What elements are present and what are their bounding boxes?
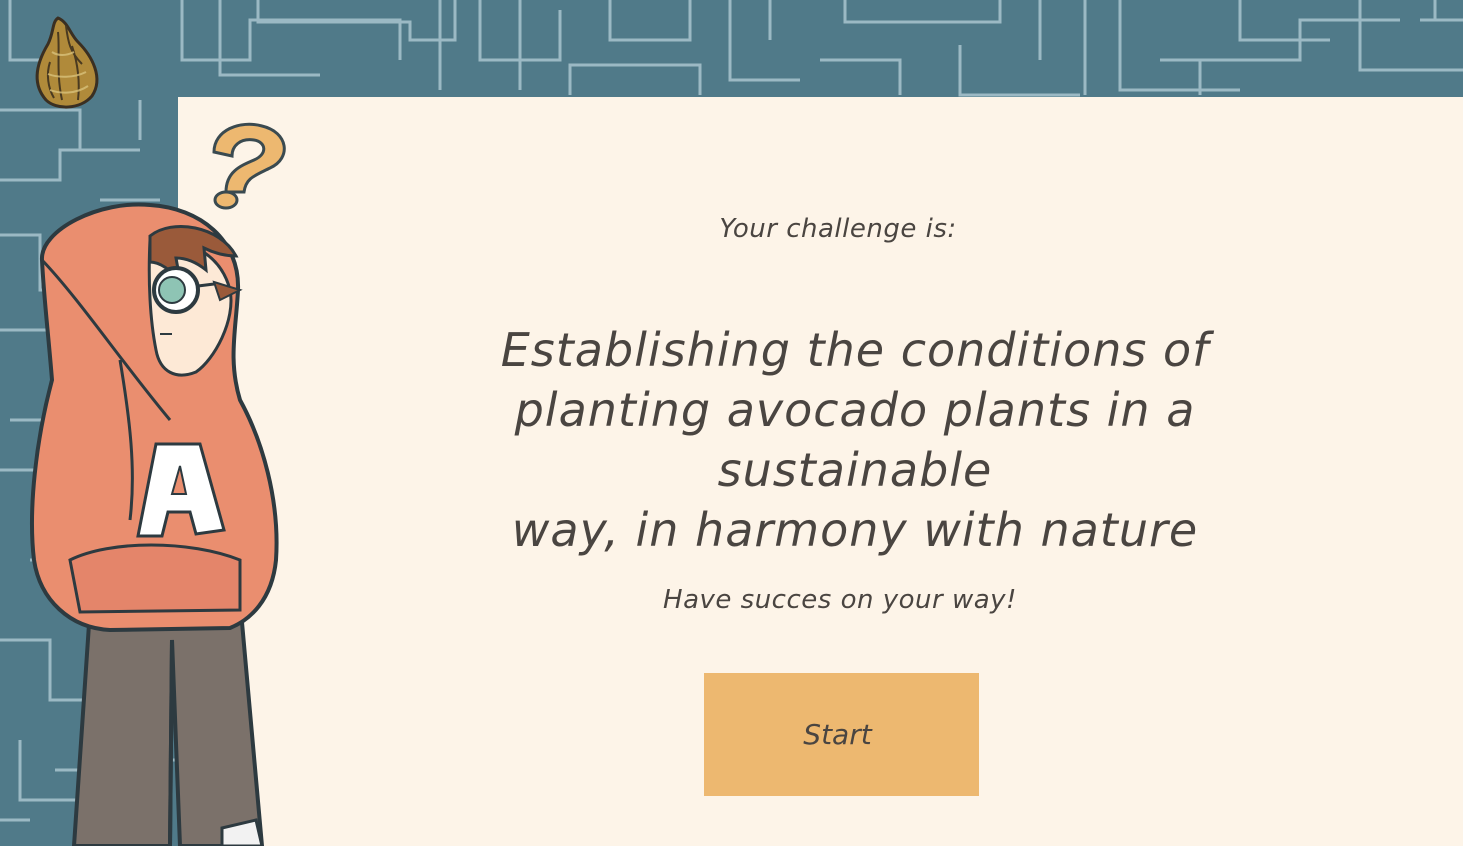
challenge-intro: Your challenge is: — [719, 214, 957, 244]
start-button[interactable]: Start — [704, 673, 979, 796]
challenge-line: planting avocado plants in a sustainable — [514, 383, 1196, 497]
challenge-line: Establishing the conditions of — [500, 323, 1210, 377]
challenge-line: way, in harmony with nature — [511, 503, 1199, 557]
challenge-statement: Establishing the conditions of planting … — [400, 320, 1310, 560]
question-mark-icon — [212, 122, 286, 210]
character-illustration — [30, 122, 286, 846]
avocado-seed-icon — [35, 16, 99, 109]
good-luck-message: Have succes on your way! — [663, 585, 1017, 615]
